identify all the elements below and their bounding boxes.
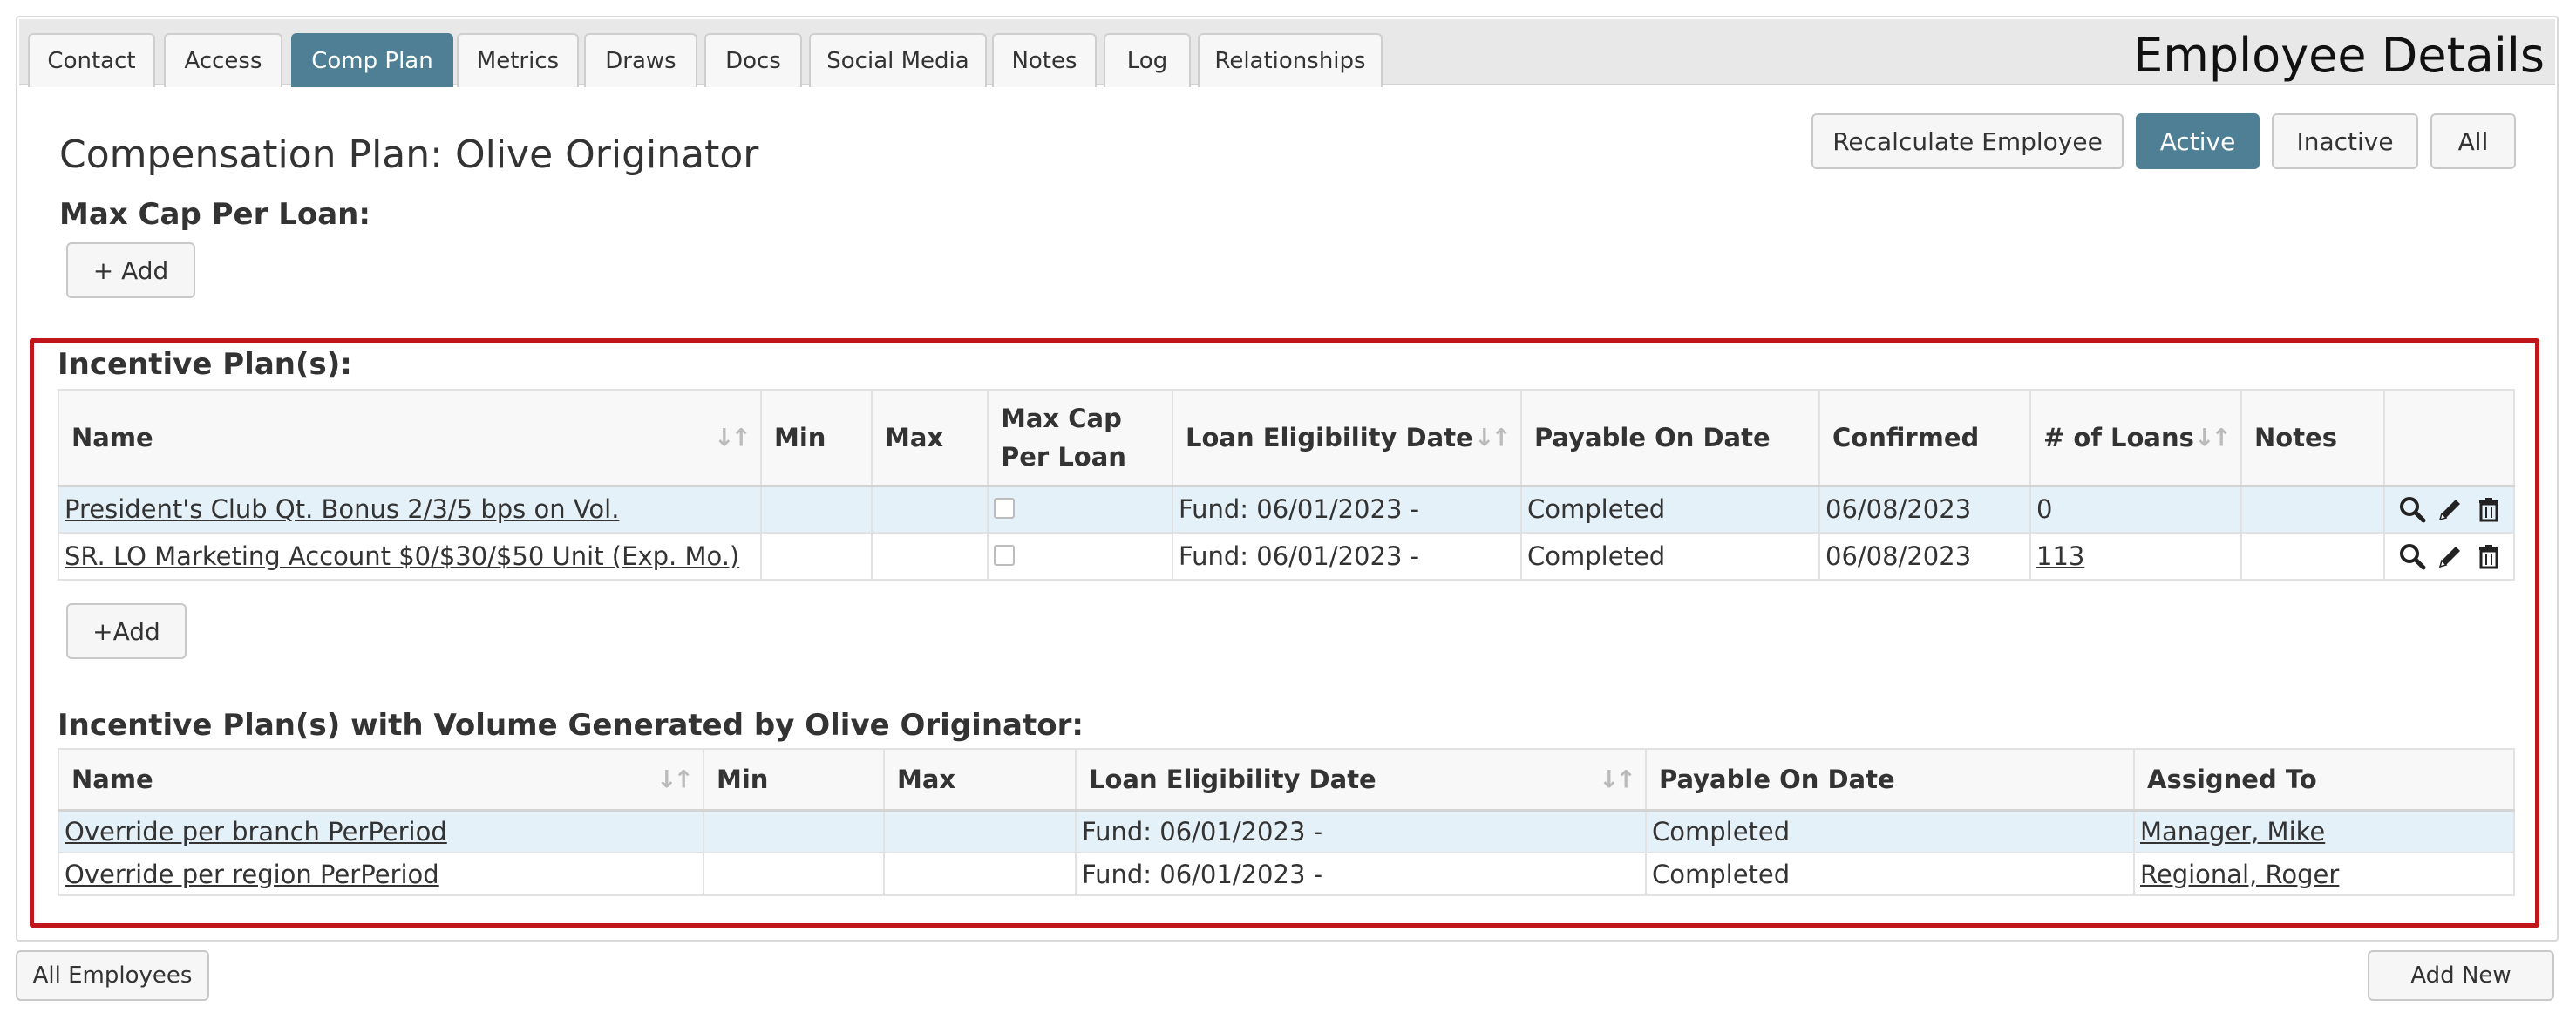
sort-icon[interactable]: ↓↑: [1599, 765, 1636, 793]
payable-cell: Completed: [1520, 532, 1820, 581]
max-cell: [871, 485, 989, 534]
max-cell: [871, 532, 989, 581]
sort-icon[interactable]: ↓↑: [656, 765, 694, 793]
min-cell: [760, 485, 873, 534]
table-row: Override per region PerPeriod Fund: 06/0…: [58, 852, 2515, 896]
volume-plans-label: Incentive Plan(s) with Volume Generated …: [58, 708, 1084, 743]
tab-docs[interactable]: Docs: [704, 33, 802, 87]
confirmed-cell: 06/08/2023: [1818, 485, 2031, 534]
loans-cell: 0: [2029, 485, 2242, 534]
min-cell: [703, 809, 885, 853]
incentive-plan-add-button[interactable]: +Add: [66, 603, 187, 659]
column-header-payable: Payable On Date: [1645, 748, 2135, 812]
sort-icon[interactable]: ↓↑: [2194, 423, 2232, 452]
max-cap-checkbox[interactable]: [994, 497, 1015, 519]
notes-cell: [2240, 485, 2385, 534]
payable-cell: Completed: [1645, 809, 2135, 853]
column-header-actions: [2383, 389, 2515, 487]
search-icon[interactable]: [2398, 542, 2426, 570]
tab-draws[interactable]: Draws: [584, 33, 697, 87]
loans-count-link[interactable]: 113: [2036, 541, 2084, 571]
column-header-loans[interactable]: # of Loans ↓↑: [2029, 389, 2242, 487]
confirmed-cell: 06/08/2023: [1818, 532, 2031, 581]
sort-icon[interactable]: ↓↑: [1474, 423, 1512, 452]
max-cap-add-button[interactable]: + Add: [66, 242, 195, 298]
filter-inactive-button[interactable]: Inactive: [2272, 113, 2418, 169]
table-row: President's Club Qt. Bonus 2/3/5 bps on …: [58, 485, 2515, 534]
tab-contact[interactable]: Contact: [28, 33, 155, 87]
column-header-name[interactable]: Name ↓↑: [58, 748, 704, 812]
plan-name-link[interactable]: Override per branch PerPeriod: [65, 817, 447, 847]
incentive-plans-label: Incentive Plan(s):: [58, 347, 352, 382]
tab-metrics[interactable]: Metrics: [457, 33, 579, 87]
column-header-loan-eligibility[interactable]: Loan Eligibility Date ↓↑: [1075, 748, 1647, 812]
column-header-max: Max: [883, 748, 1077, 812]
column-header-loan-eligibility[interactable]: Loan Eligibility Date ↓↑: [1172, 389, 1522, 487]
plan-name-link[interactable]: President's Club Qt. Bonus 2/3/5 bps on …: [65, 494, 619, 524]
assigned-to-link[interactable]: Regional, Roger: [2140, 860, 2339, 889]
max-cap-checkbox[interactable]: [994, 544, 1015, 566]
column-header-payable: Payable On Date: [1520, 389, 1820, 487]
trash-icon[interactable]: [2475, 495, 2503, 523]
plan-name-link[interactable]: Override per region PerPeriod: [65, 860, 439, 889]
filter-active-button[interactable]: Active: [2136, 113, 2260, 169]
column-header-assigned-to: Assigned To: [2133, 748, 2515, 812]
eligibility-cell: Fund: 06/01/2023 -: [1172, 532, 1522, 581]
page-heading: Employee Details: [2133, 28, 2545, 83]
pencil-icon[interactable]: [2437, 542, 2464, 570]
tab-relationships[interactable]: Relationships: [1198, 33, 1383, 87]
column-header-confirmed: Confirmed: [1818, 389, 2031, 487]
eligibility-cell: Fund: 06/01/2023 -: [1075, 809, 1647, 853]
assigned-to-link[interactable]: Manager, Mike: [2140, 817, 2325, 847]
add-new-button[interactable]: Add New: [2368, 950, 2554, 1001]
payable-cell: Completed: [1520, 485, 1820, 534]
column-header-notes: Notes: [2240, 389, 2385, 487]
tab-comp-plan[interactable]: Comp Plan: [291, 33, 453, 87]
max-cell: [883, 852, 1077, 896]
plan-name-link[interactable]: SR. LO Marketing Account $0/$30/$50 Unit…: [65, 541, 739, 571]
search-icon[interactable]: [2398, 495, 2426, 523]
tab-bar: Contact Access Comp Plan Metrics Draws D…: [19, 19, 2555, 87]
tab-access[interactable]: Access: [164, 33, 282, 87]
incentive-plans-table: Name ↓↑ Min Max Max Cap Per Loan Loan Eli…: [58, 389, 2515, 581]
tab-social-media[interactable]: Social Media: [809, 33, 987, 87]
volume-plans-table: Name ↓↑ Min Max Loan Eligibility Date ↓↑ P…: [58, 748, 2515, 896]
sort-icon[interactable]: ↓↑: [714, 423, 751, 452]
table-row: Override per branch PerPeriod Fund: 06/0…: [58, 809, 2515, 853]
max-cap-label: Max Cap Per Loan:: [59, 197, 370, 232]
plan-title: Compensation Plan: Olive Originator: [59, 133, 759, 177]
tab-log[interactable]: Log: [1104, 33, 1191, 87]
column-header-max: Max: [871, 389, 989, 487]
table-row: SR. LO Marketing Account $0/$30/$50 Unit…: [58, 532, 2515, 581]
column-header-min: Min: [760, 389, 873, 487]
filter-all-button[interactable]: All: [2430, 113, 2516, 169]
min-cell: [703, 852, 885, 896]
notes-cell: [2240, 532, 2385, 581]
tab-notes[interactable]: Notes: [992, 33, 1097, 87]
eligibility-cell: Fund: 06/01/2023 -: [1172, 485, 1522, 534]
all-employees-button[interactable]: All Employees: [16, 950, 209, 1001]
min-cell: [760, 532, 873, 581]
recalculate-employee-button[interactable]: Recalculate Employee: [1811, 113, 2124, 169]
column-header-name[interactable]: Name ↓↑: [58, 389, 762, 487]
column-header-min: Min: [703, 748, 885, 812]
pencil-icon[interactable]: [2437, 495, 2464, 523]
column-header-max-cap: Max Cap Per Loan: [987, 389, 1173, 487]
max-cell: [883, 809, 1077, 853]
trash-icon[interactable]: [2475, 542, 2503, 570]
payable-cell: Completed: [1645, 852, 2135, 896]
eligibility-cell: Fund: 06/01/2023 -: [1075, 852, 1647, 896]
